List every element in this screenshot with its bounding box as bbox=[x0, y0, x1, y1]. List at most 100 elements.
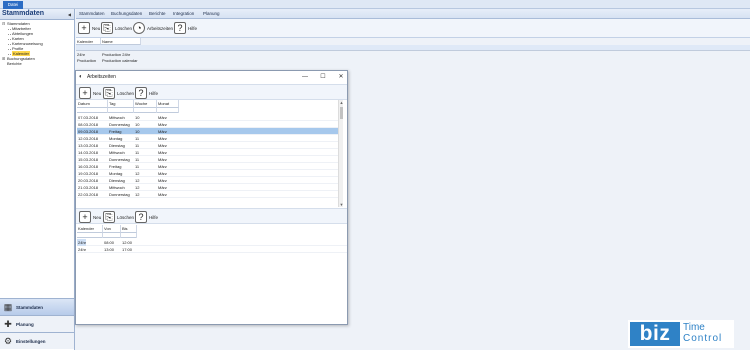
biz-time-control-logo: biz Time Control bbox=[628, 320, 734, 348]
new-button-label: Neu bbox=[93, 215, 102, 220]
table-row[interactable]: 19.03.2018 Montag 12 März bbox=[77, 170, 338, 177]
help-icon: ? bbox=[135, 87, 147, 99]
menu-stammdaten[interactable]: Stammdaten bbox=[79, 11, 105, 16]
cell-monat: März bbox=[158, 171, 167, 176]
dialog-titlebar[interactable]: ◐ Arbeitszeiten — ☐ ✕ bbox=[76, 71, 347, 83]
table-row[interactable]: 14.03.2018 Mittwoch 11 März bbox=[77, 149, 338, 156]
table-row[interactable]: 20.03.2018 Dienstag 12 März bbox=[77, 177, 338, 184]
menu-buchungsdaten[interactable]: Buchungsdaten bbox=[111, 11, 142, 16]
menu-integration[interactable]: Integration bbox=[173, 11, 194, 16]
logo-time: Time bbox=[683, 322, 705, 333]
minimize-icon[interactable]: — bbox=[301, 73, 309, 81]
cell-woche: 11 bbox=[135, 136, 140, 141]
cell-kalender: 24hr bbox=[77, 239, 87, 246]
cell-tag: Donnerstag bbox=[109, 122, 130, 127]
nav-button-planung[interactable]: ✚ Planung bbox=[0, 315, 74, 332]
column-header-monat[interactable]: Monat bbox=[157, 100, 179, 108]
tree-connector bbox=[8, 28, 11, 30]
column-header-woche[interactable]: Woche bbox=[134, 100, 157, 108]
table-row[interactable]: 16.03.2018 Freitag 11 März bbox=[77, 163, 338, 170]
table-row[interactable]: 12.03.2018 Montag 11 März bbox=[77, 135, 338, 142]
scroll-down-icon[interactable]: ▼ bbox=[339, 202, 344, 207]
file-tab[interactable]: Datei bbox=[3, 1, 23, 9]
tree-connector bbox=[8, 38, 11, 40]
column-header-kalender[interactable]: Kalender bbox=[76, 38, 101, 45]
worktimes-dialog: ◐ Arbeitszeiten — ☐ ✕ + Neu ⎘ Löschen ? … bbox=[75, 70, 348, 325]
nav-button-stammdaten[interactable]: ▦ Stammdaten bbox=[0, 298, 74, 315]
cell-datum: 12.03.2018 bbox=[78, 136, 99, 141]
table-row[interactable]: 22.03.2018 Donnerstag 12 März bbox=[77, 191, 338, 198]
column-header-name[interactable]: Name bbox=[101, 38, 141, 45]
cell-monat: März bbox=[158, 150, 167, 155]
settings-icon: ⚙ bbox=[3, 336, 13, 346]
cell-datum: 09.03.2018 bbox=[78, 129, 99, 134]
maximize-icon[interactable]: ☐ bbox=[319, 73, 327, 81]
cell-monat: März bbox=[158, 164, 167, 169]
cell-woche: 12 bbox=[135, 171, 140, 176]
table-row[interactable]: 15.03.2018 Donnerstag 11 März bbox=[77, 156, 338, 163]
nav-button-label: Planung bbox=[16, 322, 34, 327]
collapse-icon[interactable]: ◀ bbox=[68, 12, 71, 17]
help-button-label: Hilfe bbox=[149, 215, 159, 220]
days-grid: Datum Tag Woche Monat 07.03.2018 Mittwoch… bbox=[77, 100, 343, 207]
worktimes-button-label: Arbeitszeiten bbox=[147, 26, 174, 31]
nav-button-einstellungen[interactable]: ⚙ Einstellungen bbox=[0, 332, 74, 349]
cell-woche: 11 bbox=[135, 150, 140, 155]
menu-bar: Stammdaten Buchungsdaten Berichte Integr… bbox=[76, 9, 750, 19]
filter-row[interactable] bbox=[76, 45, 750, 51]
scroll-up-icon[interactable]: ▲ bbox=[339, 100, 344, 105]
delete-icon: ⎘ bbox=[103, 87, 115, 99]
times-toolbar: + Neu ⎘ Löschen ? Hilfe bbox=[76, 208, 347, 224]
cell-woche: 12 bbox=[135, 178, 140, 183]
filter-row[interactable] bbox=[77, 233, 137, 238]
cell-kalender: Production bbox=[77, 58, 97, 63]
column-header-datum[interactable]: Datum bbox=[77, 100, 108, 108]
cell-woche: 12 bbox=[135, 185, 140, 190]
cell-tag: Freitag bbox=[109, 129, 122, 134]
cell-datum: 20.03.2018 bbox=[78, 178, 99, 183]
menu-berichte[interactable]: Berichte bbox=[149, 11, 166, 16]
planning-icon: ✚ bbox=[4, 319, 12, 329]
delete-button-label: Löschen bbox=[117, 91, 135, 96]
tree-connector bbox=[8, 43, 11, 45]
cell-tag: Freitag bbox=[109, 164, 122, 169]
tree-connector bbox=[8, 33, 11, 35]
column-header-kalender[interactable]: Kalender bbox=[77, 225, 103, 233]
cell-von: 13:00 bbox=[104, 247, 115, 252]
vertical-scrollbar[interactable]: ▲ ▼ bbox=[338, 100, 343, 207]
delete-button-label: Löschen bbox=[115, 26, 133, 31]
nav-button-label: Einstellungen bbox=[16, 339, 46, 344]
tree-item[interactable]: Berichte bbox=[0, 61, 74, 66]
table-row[interactable]: 09.03.2018 Freitag 10 März bbox=[77, 128, 338, 135]
cell-tag: Dienstag bbox=[109, 178, 125, 183]
column-header-von[interactable]: Von bbox=[103, 225, 121, 233]
table-row[interactable]: Production Production calendar bbox=[76, 58, 750, 64]
scroll-thumb[interactable] bbox=[340, 107, 343, 119]
master-data-icon: ▦ bbox=[3, 302, 13, 312]
close-icon[interactable]: ✕ bbox=[337, 73, 345, 81]
logo-control: Control bbox=[683, 333, 723, 344]
help-icon: ? bbox=[174, 22, 186, 34]
filter-row[interactable] bbox=[77, 108, 179, 113]
cell-monat: März bbox=[158, 143, 167, 148]
cell-tag: Montag bbox=[109, 136, 123, 141]
table-row[interactable]: 24hr 13:00 17:00 bbox=[77, 246, 347, 253]
column-header-bis[interactable]: Bis bbox=[121, 225, 137, 233]
table-row[interactable]: 08.03.2018 Donnerstag 10 März bbox=[77, 121, 338, 128]
navigator-buttons: ▦ Stammdaten ✚ Planung ⚙ Einstellungen bbox=[0, 298, 74, 350]
main-toolbar: + Neu ⎘ Löschen ◔ Arbeitszeiten ? Hilfe bbox=[76, 19, 750, 38]
table-row[interactable]: 21.03.2018 Mittwoch 12 März bbox=[77, 184, 338, 191]
cell-woche: 10 bbox=[135, 129, 140, 134]
cell-tag: Donnerstag bbox=[109, 157, 130, 162]
cell-woche: 10 bbox=[135, 115, 140, 120]
table-row[interactable]: 13.03.2018 Dienstag 11 März bbox=[77, 142, 338, 149]
column-header-tag[interactable]: Tag bbox=[108, 100, 134, 108]
help-button-label: Hilfe bbox=[188, 26, 198, 31]
table-row[interactable]: 24hr 08:00 12:00 bbox=[77, 239, 347, 246]
cell-datum: 16.03.2018 bbox=[78, 164, 99, 169]
menu-planung[interactable]: Planung bbox=[203, 11, 220, 16]
cell-von: 08:00 bbox=[104, 240, 115, 245]
cell-bis: 12:00 bbox=[122, 240, 133, 245]
table-row[interactable]: 07.03.2018 Mittwoch 10 März bbox=[77, 114, 338, 121]
tree-item-label: Berichte bbox=[7, 61, 22, 66]
